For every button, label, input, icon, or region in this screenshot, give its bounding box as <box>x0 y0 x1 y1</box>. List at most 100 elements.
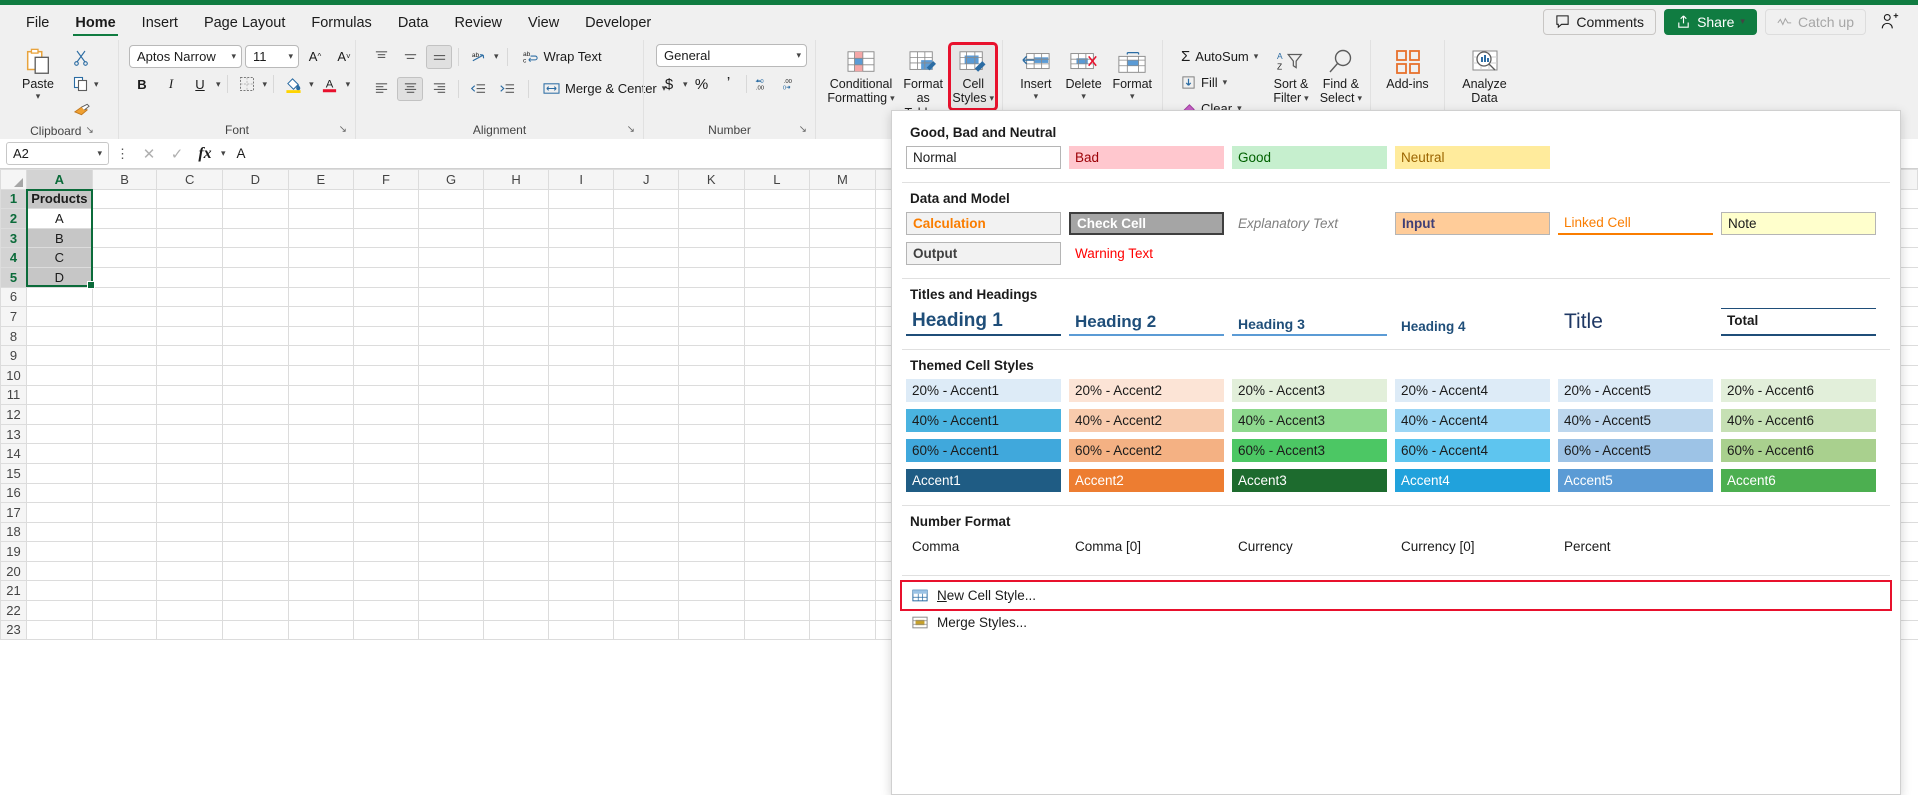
cell-J18[interactable] <box>613 521 679 543</box>
cell-F7[interactable] <box>353 306 419 327</box>
cell-H19[interactable] <box>483 541 549 562</box>
cell-F17[interactable] <box>353 502 419 523</box>
cell-E14[interactable] <box>287 443 355 464</box>
cell-E3[interactable] <box>287 227 355 249</box>
cell-I3[interactable] <box>547 227 615 249</box>
cell-H9[interactable] <box>483 345 549 366</box>
cell-F3[interactable] <box>353 227 419 249</box>
cell-J11[interactable] <box>613 384 679 406</box>
cell-F5[interactable] <box>353 266 419 288</box>
cell-B21[interactable] <box>91 580 158 602</box>
cell-L8[interactable] <box>743 325 811 347</box>
cell-G19[interactable] <box>417 541 485 562</box>
cell-D5[interactable] <box>221 266 289 288</box>
cell-G14[interactable] <box>417 443 485 464</box>
cell-L23[interactable] <box>743 619 811 641</box>
cell-J8[interactable] <box>613 325 679 347</box>
underline-button[interactable]: U <box>187 72 213 96</box>
cell-A16[interactable] <box>25 482 93 504</box>
cell-F4[interactable] <box>353 247 419 268</box>
cell-J14[interactable] <box>613 443 679 464</box>
cell-A4[interactable]: C <box>25 247 93 268</box>
cell-K6[interactable] <box>677 286 745 308</box>
row-header-13[interactable]: 13 <box>0 423 27 445</box>
cell-I2[interactable] <box>547 208 615 229</box>
find-select-button[interactable]: Find & Select ▾ <box>1318 44 1364 109</box>
column-header-A[interactable]: A <box>25 169 93 190</box>
cell-C17[interactable] <box>156 502 223 523</box>
cell-I15[interactable] <box>547 462 615 484</box>
cell-A17[interactable] <box>25 502 93 523</box>
cell-A11[interactable] <box>25 384 93 406</box>
cell-J3[interactable] <box>613 227 679 249</box>
cell-J17[interactable] <box>613 502 679 523</box>
cell-F12[interactable] <box>353 404 419 425</box>
row-header-6[interactable]: 6 <box>0 286 27 308</box>
cell-L15[interactable] <box>743 462 811 484</box>
cell-M8[interactable] <box>809 325 876 347</box>
cell-F23[interactable] <box>353 619 419 641</box>
cell-K1[interactable] <box>677 188 745 210</box>
cell-C4[interactable] <box>156 247 223 268</box>
cell-M11[interactable] <box>809 384 876 406</box>
cell-K10[interactable] <box>677 364 745 386</box>
merge-styles-item[interactable]: Merge Styles... <box>902 609 1890 636</box>
tab-view[interactable]: View <box>516 11 571 38</box>
cell-J1[interactable] <box>613 188 679 210</box>
chevron-down-icon[interactable]: ▾ <box>1223 77 1228 88</box>
cell-F18[interactable] <box>353 521 419 543</box>
cell-B14[interactable] <box>91 443 158 464</box>
number-format-select[interactable]: General ▾ <box>656 44 807 67</box>
cell-C18[interactable] <box>156 521 223 543</box>
column-header-D[interactable]: D <box>221 169 289 190</box>
align-middle-icon[interactable] <box>397 45 423 69</box>
cell-B18[interactable] <box>91 521 158 543</box>
cell-D12[interactable] <box>221 404 289 425</box>
style-comma[interactable]: Comma <box>906 535 1061 558</box>
style-40-accent1[interactable]: 40% - Accent1 <box>906 409 1061 432</box>
cell-D22[interactable] <box>221 600 289 621</box>
cell-D21[interactable] <box>221 580 289 602</box>
cell-B12[interactable] <box>91 404 158 425</box>
cell-E19[interactable] <box>287 541 355 562</box>
cell-H15[interactable] <box>483 462 549 484</box>
cell-L14[interactable] <box>743 443 811 464</box>
style-20-accent2[interactable]: 20% - Accent2 <box>1069 379 1224 402</box>
cell-K4[interactable] <box>677 247 745 268</box>
column-header-K[interactable]: K <box>677 169 745 190</box>
cell-F19[interactable] <box>353 541 419 562</box>
cell-B7[interactable] <box>91 306 158 327</box>
style-20-accent3[interactable]: 20% - Accent3 <box>1232 379 1387 402</box>
cell-G1[interactable] <box>417 188 485 210</box>
row-header-9[interactable]: 9 <box>0 345 27 366</box>
font-dialog-launcher[interactable]: ↘ <box>339 124 347 135</box>
align-left-icon[interactable] <box>368 77 394 101</box>
cell-M10[interactable] <box>809 364 876 386</box>
cell-H1[interactable] <box>483 188 549 210</box>
cell-K5[interactable] <box>677 266 745 288</box>
cell-D20[interactable] <box>221 560 289 582</box>
cell-C8[interactable] <box>156 325 223 347</box>
cell-D18[interactable] <box>221 521 289 543</box>
cell-I20[interactable] <box>547 560 615 582</box>
cell-I12[interactable] <box>547 404 615 425</box>
cell-J9[interactable] <box>613 345 679 366</box>
cell-J15[interactable] <box>613 462 679 484</box>
style-percent[interactable]: Percent <box>1558 535 1713 558</box>
style-accent5[interactable]: Accent5 <box>1558 469 1713 492</box>
cell-J23[interactable] <box>613 619 679 641</box>
cell-C1[interactable] <box>156 188 223 210</box>
style-warning-text[interactable]: Warning Text <box>1069 242 1224 265</box>
column-header-G[interactable]: G <box>417 169 485 190</box>
bold-button[interactable]: B <box>129 72 155 96</box>
row-header-10[interactable]: 10 <box>0 364 27 386</box>
cell-F11[interactable] <box>353 384 419 406</box>
cell-K23[interactable] <box>677 619 745 641</box>
cell-M13[interactable] <box>809 423 876 445</box>
cell-I17[interactable] <box>547 502 615 523</box>
cell-D15[interactable] <box>221 462 289 484</box>
cell-B4[interactable] <box>91 247 158 268</box>
cell-I18[interactable] <box>547 521 615 543</box>
style-20-accent1[interactable]: 20% - Accent1 <box>906 379 1061 402</box>
cell-F10[interactable] <box>353 364 419 386</box>
